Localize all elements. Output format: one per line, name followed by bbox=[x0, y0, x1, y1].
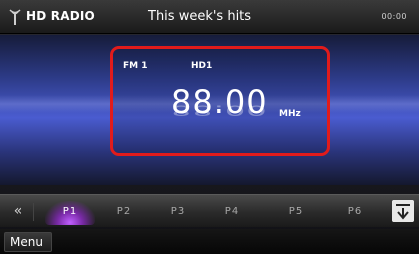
source-label: HD RADIO bbox=[26, 9, 95, 23]
arrow-down-icon[interactable] bbox=[392, 200, 414, 222]
preset-p4-button[interactable]: P4 bbox=[205, 198, 259, 225]
clock: 00:00 bbox=[381, 12, 407, 21]
preset-p3-button[interactable]: P3 bbox=[151, 198, 205, 225]
band-label: FM 1 bbox=[123, 61, 148, 71]
preset-p6-button[interactable]: P6 bbox=[328, 198, 382, 225]
frequency-unit: MHz bbox=[279, 109, 301, 119]
hd-channel-label: HD1 bbox=[191, 61, 213, 71]
preset-prev-button[interactable]: « bbox=[6, 198, 30, 225]
preset-p2-button[interactable]: P2 bbox=[97, 198, 151, 225]
song-title: This week's hits bbox=[148, 9, 252, 24]
preset-bar: « P1 P2 P3 P4 P5 P6 bbox=[0, 194, 419, 227]
frequency-display[interactable]: FM 1 HD1 88.00 MHz 88.00 bbox=[110, 46, 330, 156]
menu-bar: Menu bbox=[0, 229, 419, 254]
antenna-icon bbox=[9, 9, 21, 25]
hd-radio-screen: HD RADIO This week's hits 00:00 FM 1 HD1… bbox=[0, 0, 419, 254]
preset-p5-button[interactable]: P5 bbox=[269, 198, 323, 225]
frequency-reflection: 88.00 bbox=[171, 101, 268, 119]
preset-p1-button[interactable]: P1 bbox=[43, 198, 97, 225]
menu-button[interactable]: Menu bbox=[4, 232, 52, 252]
status-bar: HD RADIO This week's hits 00:00 bbox=[0, 0, 419, 34]
preset-divider bbox=[33, 203, 34, 221]
